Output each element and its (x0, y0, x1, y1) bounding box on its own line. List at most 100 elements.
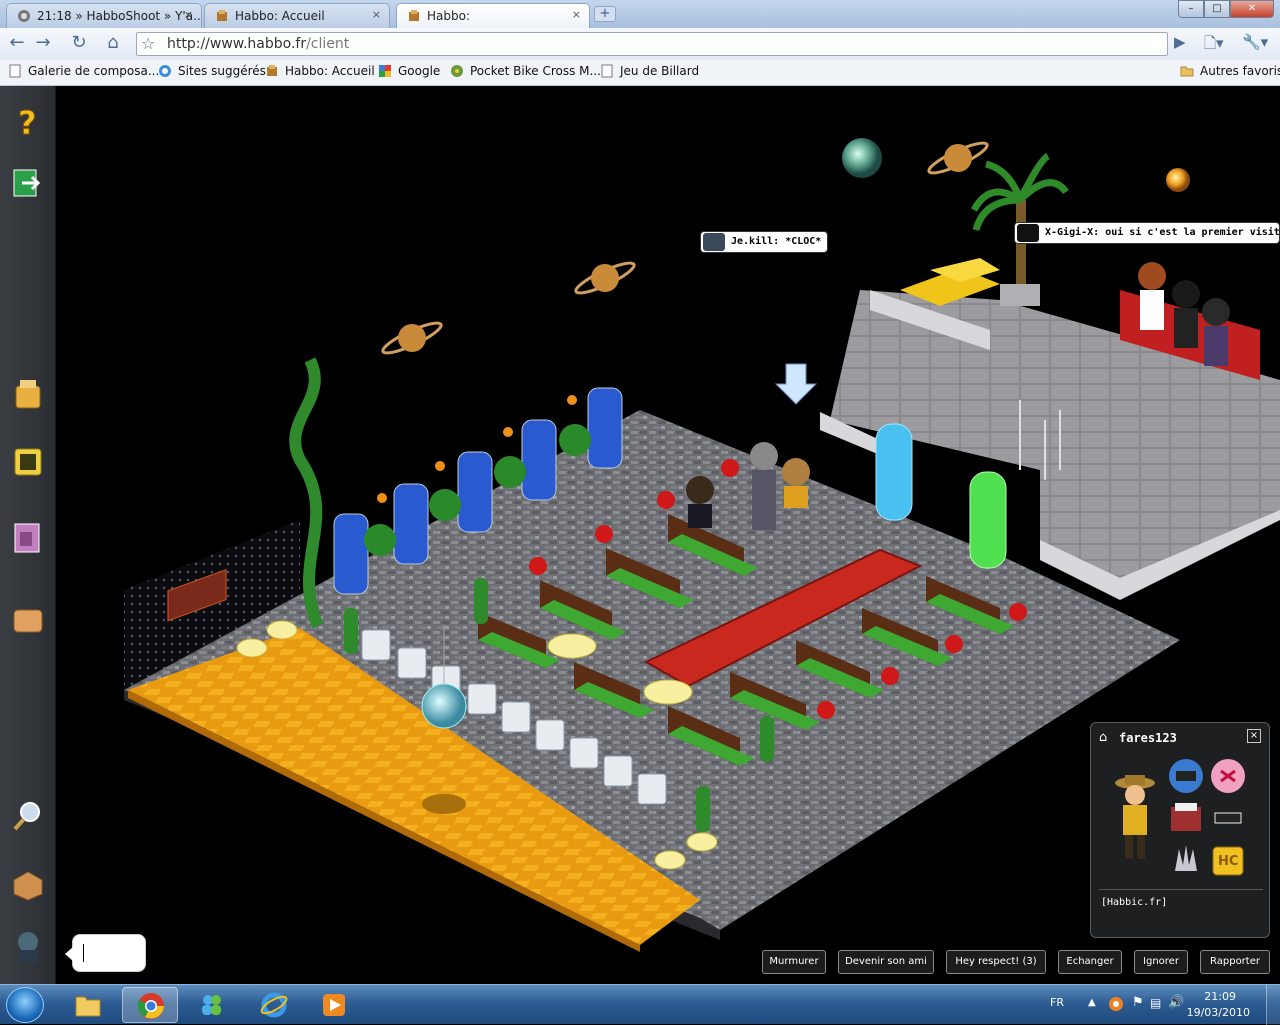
action-center-flag-icon[interactable]: ⚑ (1132, 995, 1144, 1010)
hc-badge-icon[interactable]: HC (1209, 841, 1247, 879)
clock-date[interactable]: 19/03/2010 (1187, 1006, 1250, 1019)
wrench-menu-icon[interactable]: 🔧▾ (1242, 33, 1268, 51)
start-button[interactable] (6, 987, 44, 1023)
reload-icon[interactable]: ↻ (66, 32, 92, 56)
badge-icon[interactable] (1209, 799, 1247, 837)
close-icon[interactable]: × (1247, 729, 1261, 743)
bookmark-habbo-accueil[interactable]: Habbo: Accueil (265, 64, 375, 78)
volume-icon[interactable]: 🔊 (1168, 995, 1184, 1010)
taskbar-media-player[interactable] (306, 987, 362, 1023)
badge-icon[interactable] (1209, 757, 1247, 795)
url-host: http://www.habbo.fr (167, 36, 307, 52)
badge-icon[interactable] (1167, 799, 1205, 837)
avatar-head-icon (703, 233, 725, 251)
svg-text:HC: HC (1218, 854, 1238, 869)
avatar-icon[interactable] (10, 928, 46, 964)
language-indicator[interactable]: FR (1050, 996, 1064, 1009)
bookmark-jeu-billard[interactable]: Jeu de Billard (600, 64, 699, 78)
page-icon (601, 64, 613, 78)
back-arrow-icon[interactable]: ← (4, 32, 30, 56)
forward-arrow-icon[interactable]: → (30, 32, 56, 56)
gallery-icon[interactable] (10, 520, 46, 556)
close-window-button[interactable]: ✕ (1230, 0, 1274, 18)
bookmark-sites-suggeres[interactable]: Sites suggérés (158, 64, 266, 78)
tab-habbo-accueil[interactable]: Habbo: Accueil × (204, 3, 390, 28)
help-icon[interactable]: ? (10, 104, 46, 140)
bookmark-star-icon[interactable]: ☆ (141, 34, 155, 53)
url-path: /client (306, 36, 350, 52)
chat-text: *CLOC* (785, 236, 822, 247)
clock-time[interactable]: 21:09 (1204, 990, 1236, 1003)
google-icon (379, 65, 391, 77)
chat-bubble[interactable]: Je.kill: *CLOC* (700, 231, 829, 253)
room-arrow-icon (774, 363, 818, 405)
maximize-button[interactable]: □ (1204, 0, 1230, 18)
whisper-button[interactable]: Murmurer (762, 950, 826, 974)
catalog-icon[interactable] (10, 376, 46, 412)
new-tab-button[interactable]: + (594, 6, 616, 22)
user-avatar (1115, 775, 1155, 859)
folder-icon (75, 996, 101, 1017)
network-icon[interactable]: ▤ (1150, 996, 1161, 1010)
bookmark-galerie[interactable]: Galerie de composa... (8, 64, 159, 78)
tab-strip: 21:18 » HabboShoot » Y'a... × Habbo: Acc… (0, 0, 1280, 28)
habbo-icon (217, 10, 227, 21)
chat-input[interactable] (65, 934, 146, 972)
bookmark-label: Autres favoris (1200, 64, 1280, 78)
tab-habboshoot[interactable]: 21:18 » HabboShoot » Y'a... × (6, 3, 202, 28)
taskbar-chrome[interactable] (122, 987, 178, 1023)
tab-label: 21:18 » HabboShoot » Y'a... (37, 9, 202, 23)
minimize-button[interactable]: – (1178, 0, 1204, 18)
windows-taskbar: FR ▲ ⚑ ▤ 🔊 21:09 19/03/2010 (0, 984, 1280, 1025)
trade-button[interactable]: Echanger (1058, 950, 1122, 974)
ignore-button[interactable]: Ignorer (1134, 950, 1188, 974)
url-text: http://www.habbo.fr/client (167, 36, 349, 52)
tab-close-icon[interactable]: × (184, 8, 193, 21)
system-tray: FR ▲ ⚑ ▤ 🔊 21:09 19/03/2010 (1020, 985, 1280, 1025)
show-desktop-button[interactable] (1266, 985, 1280, 1025)
exit-room-icon[interactable] (10, 166, 46, 202)
tab-close-icon[interactable]: × (572, 8, 581, 21)
search-icon[interactable] (10, 798, 46, 834)
tab-habbo-client[interactable]: Habbo: × (396, 3, 590, 28)
page-menu-icon[interactable]: 🗋▾ (1204, 33, 1224, 58)
navigator-icon[interactable] (10, 444, 46, 480)
home-icon[interactable]: ⌂ (100, 32, 126, 56)
folder-icon (1180, 66, 1194, 77)
user-motto: [Habbic.fr] (1101, 897, 1168, 908)
disco-shadow (422, 794, 466, 814)
bookmark-label: Habbo: Accueil (285, 64, 375, 78)
other-bookmarks[interactable]: Autres favoris (1180, 64, 1280, 78)
bookmark-pocket-bike[interactable]: Pocket Bike Cross M... (450, 64, 601, 78)
bookmark-label: Sites suggérés (178, 64, 266, 78)
browser-toolbar: ← → ↻ ⌂ ☆ http://www.habbo.fr/client ▶ 🗋… (0, 28, 1280, 60)
avast-icon[interactable] (1108, 996, 1124, 1012)
game-icon (451, 65, 463, 77)
report-button[interactable]: Rapporter (1200, 950, 1270, 974)
inventory-icon[interactable] (10, 602, 46, 638)
blue-lava-lamp (875, 423, 913, 521)
taskbar-ie[interactable] (246, 987, 302, 1023)
internet-explorer-icon (260, 992, 288, 1018)
chat-bubble[interactable]: X-Gigi-X: oui si c'est la premier visite… (1014, 222, 1280, 244)
go-arrow-icon[interactable]: ▶ (1174, 33, 1186, 51)
bookmark-label: Galerie de composa... (28, 64, 160, 78)
room-icon[interactable] (10, 866, 46, 902)
badge-icon[interactable] (1167, 757, 1205, 795)
respect-button[interactable]: Hey respect! (3) (946, 950, 1046, 974)
home-icon[interactable]: ⌂ (1099, 730, 1107, 745)
chrome-icon (137, 993, 164, 1019)
show-hidden-icons-icon[interactable]: ▲ (1088, 997, 1096, 1008)
taskbar-explorer[interactable] (60, 987, 116, 1023)
page-icon (9, 64, 21, 78)
tab-close-icon[interactable]: × (372, 8, 381, 21)
badge-icon[interactable] (1167, 841, 1205, 879)
bookmark-google[interactable]: Google (378, 64, 440, 78)
text-caret (83, 944, 84, 962)
taskbar-messenger[interactable] (184, 987, 240, 1023)
address-bar[interactable]: ☆ http://www.habbo.fr/client (136, 32, 1168, 56)
chat-input-tail (65, 947, 73, 961)
user-info-panel: ⌂ fares123 × HC [Habbic.fr] (1090, 722, 1270, 938)
add-friend-button[interactable]: Devenir son ami (838, 950, 934, 974)
green-lava-lamp (969, 471, 1007, 569)
